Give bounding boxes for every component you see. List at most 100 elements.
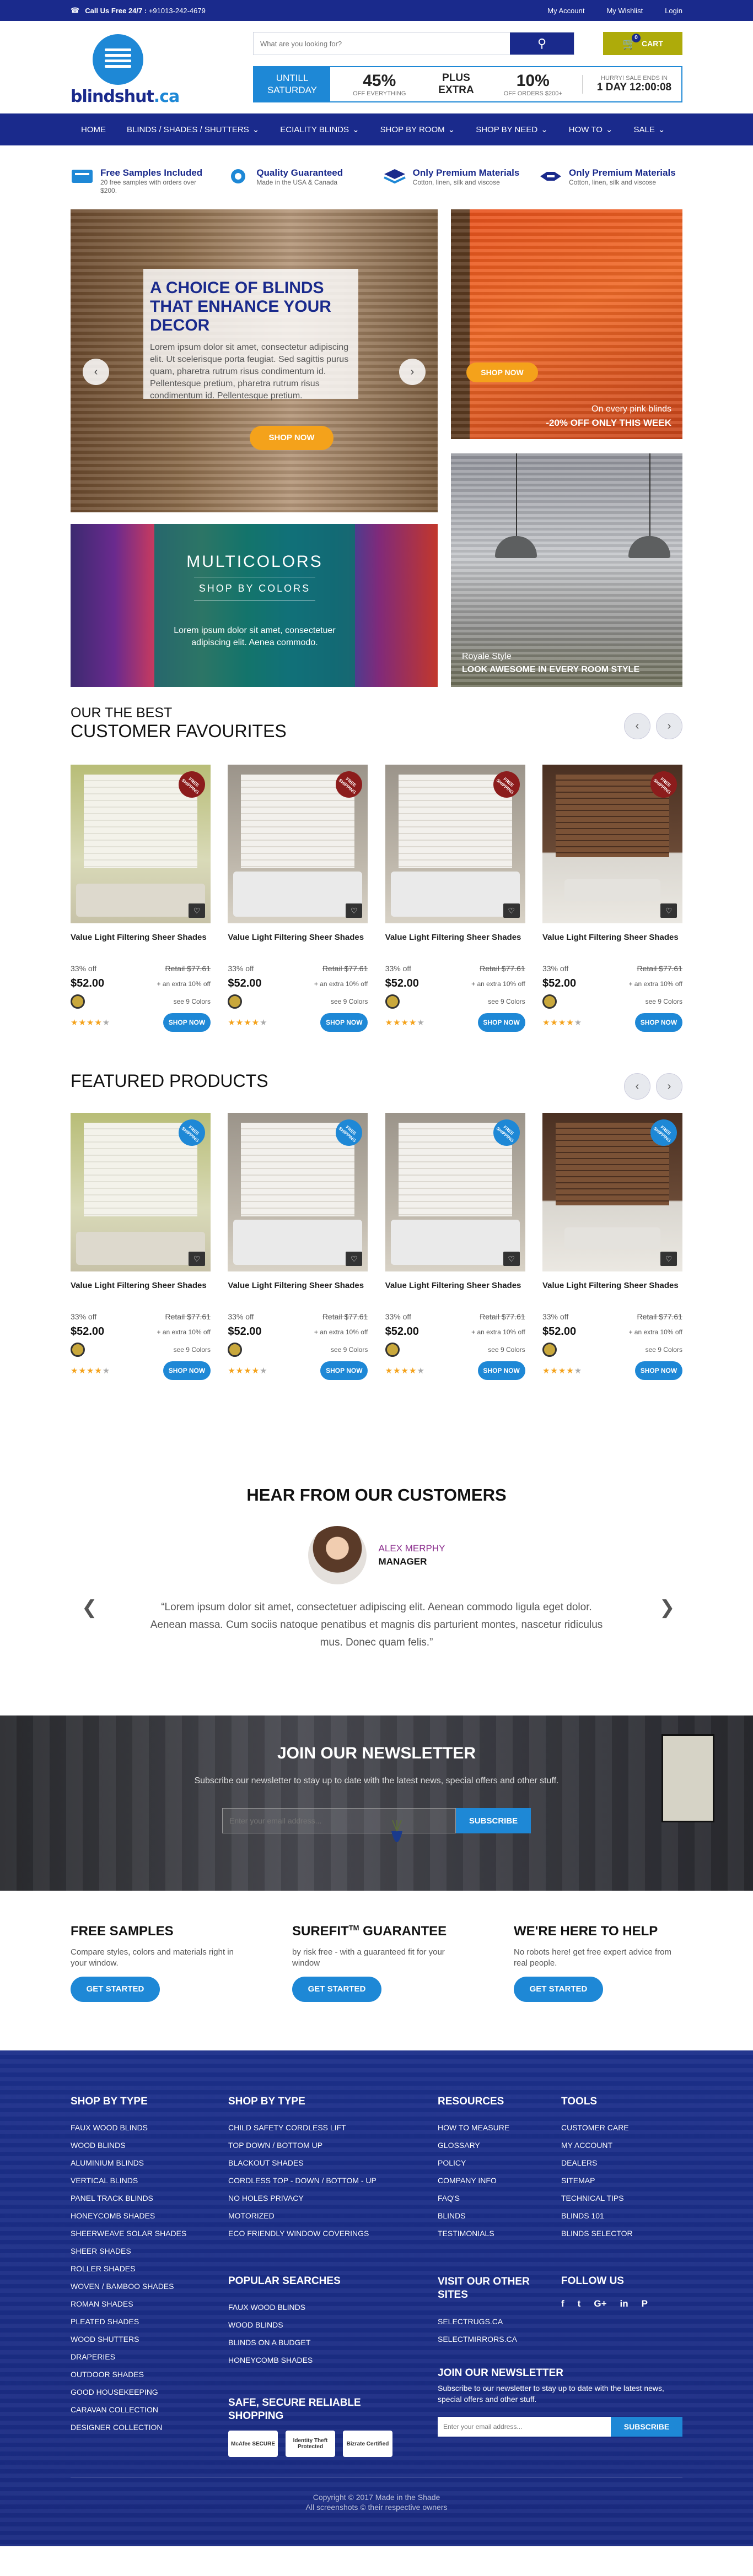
google-plus-icon[interactable]: G+ xyxy=(594,2298,606,2309)
hero-shop-now-button[interactable]: SHOP NOW xyxy=(250,426,334,450)
see-colors-link[interactable]: see 9 Colors xyxy=(488,1346,525,1354)
featured-prev-button[interactable]: ‹ xyxy=(624,1073,650,1100)
hero-prev-button[interactable]: ‹ xyxy=(83,359,109,385)
hero-next-button[interactable]: › xyxy=(399,359,426,385)
shop-now-button[interactable]: SHOP NOW xyxy=(477,1361,525,1380)
footer-link[interactable]: WOOD BLINDS xyxy=(71,2136,228,2154)
footer-link[interactable]: WOOD SHUTTERS xyxy=(71,2330,228,2348)
see-colors-link[interactable]: see 9 Colors xyxy=(174,998,211,1005)
facebook-icon[interactable]: f xyxy=(561,2298,564,2309)
footer-link[interactable]: BLINDS ON A BUDGET xyxy=(228,2334,438,2351)
footer-link[interactable]: VERTICAL BLINDS xyxy=(71,2172,228,2189)
wishlist-heart-icon[interactable]: ♡ xyxy=(660,903,677,918)
footer-link[interactable]: MOTORIZED xyxy=(228,2207,438,2225)
favourites-prev-button[interactable]: ‹ xyxy=(624,713,650,739)
newsletter-email-input[interactable] xyxy=(222,1808,456,1833)
see-colors-link[interactable]: see 9 Colors xyxy=(331,998,368,1005)
linkedin-icon[interactable]: in xyxy=(620,2298,628,2309)
testimonial-next-button[interactable]: ❯ xyxy=(659,1597,675,1619)
footer-link[interactable]: DESIGNER COLLECTION xyxy=(71,2418,228,2436)
footer-link[interactable]: ECO FRIENDLY WINDOW COVERINGS xyxy=(228,2225,438,2242)
footer-link[interactable]: GLOSSARY xyxy=(438,2136,561,2154)
footer-link[interactable]: BLINDS xyxy=(438,2207,561,2225)
favourites-next-button[interactable]: › xyxy=(656,713,682,739)
footer-link[interactable]: PLEATED SHADES xyxy=(71,2313,228,2330)
identity-protected-badge[interactable]: Identity Theft Protected xyxy=(286,2431,335,2457)
footer-link[interactable]: DEALERS xyxy=(561,2154,682,2172)
login-link[interactable]: Login xyxy=(665,7,682,15)
product-name[interactable]: Value Light Filtering Sheer Shades xyxy=(71,1280,211,1302)
footer-link[interactable]: COMPANY INFO xyxy=(438,2172,561,2189)
product-name[interactable]: Value Light Filtering Sheer Shades xyxy=(542,1280,682,1302)
featured-next-button[interactable]: › xyxy=(656,1073,682,1100)
product-name[interactable]: Value Light Filtering Sheer Shades xyxy=(542,932,682,954)
shop-now-button[interactable]: SHOP NOW xyxy=(163,1361,211,1380)
footer-link[interactable]: BLINDS SELECTOR xyxy=(561,2225,682,2242)
shop-now-button[interactable]: SHOP NOW xyxy=(634,1013,682,1032)
footer-link[interactable]: ROLLER SHADES xyxy=(71,2260,228,2277)
shop-now-button[interactable]: SHOP NOW xyxy=(320,1361,368,1380)
nav-blinds-shades-shutters[interactable]: BLINDS / SHADES / SHUTTERS ⌄ xyxy=(116,113,270,145)
wishlist-heart-icon[interactable]: ♡ xyxy=(189,1252,205,1266)
promo-banner[interactable]: UNTILL SATURDAY 45% OFF EVERYTHING PLUS EX… xyxy=(253,66,682,102)
newsletter-subscribe-button[interactable]: SUBSCRIBE xyxy=(456,1808,531,1833)
footer-link[interactable]: MY ACCOUNT xyxy=(561,2136,682,2154)
footer-link[interactable]: FAUX WOOD BLINDS xyxy=(71,2119,228,2136)
promo-tile-royale[interactable]: Royale Style LOOK AWESOME IN EVERY ROOM … xyxy=(451,453,682,687)
product-card[interactable]: ♡ FREE SHIPPING Value Light Filtering Sh… xyxy=(71,1113,211,1380)
footer-link[interactable]: SELECTMIRRORS.CA xyxy=(438,2330,561,2348)
search-button[interactable]: ⚲ xyxy=(510,33,574,55)
footer-link[interactable]: OUTDOOR SHADES xyxy=(71,2366,228,2383)
product-card[interactable]: ♡ FREE SHIPPING Value Light Filtering Sh… xyxy=(228,765,368,1032)
footer-link[interactable]: NO HOLES PRIVACY xyxy=(228,2189,438,2207)
expert-get-started-button[interactable]: GET STARTED xyxy=(514,1977,603,2002)
footer-newsletter-subscribe-button[interactable]: SUBSCRIBE xyxy=(611,2417,682,2437)
wishlist-heart-icon[interactable]: ♡ xyxy=(503,1252,520,1266)
my-wishlist-link[interactable]: My Wishlist xyxy=(606,7,643,15)
footer-link[interactable]: FAQ'S xyxy=(438,2189,561,2207)
mcafee-secure-badge[interactable]: McAfee SECURE xyxy=(228,2431,278,2457)
wishlist-heart-icon[interactable]: ♡ xyxy=(189,903,205,918)
footer-link[interactable]: CORDLESS TOP - DOWN / BOTTOM - UP xyxy=(228,2172,438,2189)
footer-link[interactable]: BLINDS 101 xyxy=(561,2207,682,2225)
footer-link[interactable]: POLICY xyxy=(438,2154,561,2172)
shop-now-button[interactable]: SHOP NOW xyxy=(634,1361,682,1380)
footer-link[interactable]: HONEYCOMB SHADES xyxy=(71,2207,228,2225)
nav-shop-by-room[interactable]: SHOP BY ROOM ⌄ xyxy=(370,113,466,145)
cart-button[interactable]: 🛒 0 CART xyxy=(603,32,682,55)
footer-link[interactable]: ROMAN SHADES xyxy=(71,2295,228,2313)
shop-now-button[interactable]: SHOP NOW xyxy=(320,1013,368,1032)
free-samples-get-started-button[interactable]: GET STARTED xyxy=(71,1977,160,2002)
footer-link[interactable]: SITEMAP xyxy=(561,2172,682,2189)
see-colors-link[interactable]: see 9 Colors xyxy=(331,1346,368,1354)
orange-shop-now-button[interactable]: SHOP NOW xyxy=(466,362,538,382)
footer-link[interactable]: TECHNICAL TIPS xyxy=(561,2189,682,2207)
footer-link[interactable]: CUSTOMER CARE xyxy=(561,2119,682,2136)
phone-number[interactable]: +91013-242-4679 xyxy=(149,7,206,15)
footer-link[interactable]: HOW TO MEASURE xyxy=(438,2119,561,2136)
product-card[interactable]: ♡ FREE SHIPPING Value Light Filtering Sh… xyxy=(228,1113,368,1380)
see-colors-link[interactable]: see 9 Colors xyxy=(174,1346,211,1354)
product-name[interactable]: Value Light Filtering Sheer Shades xyxy=(71,932,211,954)
wishlist-heart-icon[interactable]: ♡ xyxy=(346,903,363,918)
shop-now-button[interactable]: SHOP NOW xyxy=(477,1013,525,1032)
product-card[interactable]: ♡ FREE SHIPPING Value Light Filtering Sh… xyxy=(542,1113,682,1380)
footer-link[interactable]: WOOD BLINDS xyxy=(228,2316,438,2334)
product-card[interactable]: ♡ FREE SHIPPING Value Light Filtering Sh… xyxy=(71,765,211,1032)
promo-tile-multicolors[interactable]: MULTICOLORS SHOP BY COLORS Lorem ipsum d… xyxy=(71,524,438,687)
footer-link[interactable]: GOOD HOUSEKEEPING xyxy=(71,2383,228,2401)
footer-link[interactable]: CHILD SAFETY CORDLESS LIFT xyxy=(228,2119,438,2136)
footer-link[interactable]: SELECTRUGS.CA xyxy=(438,2313,561,2330)
nav-how-to[interactable]: HOW TO ⌄ xyxy=(558,113,623,145)
wishlist-heart-icon[interactable]: ♡ xyxy=(346,1252,363,1266)
footer-link[interactable]: DRAPERIES xyxy=(71,2348,228,2366)
product-name[interactable]: Value Light Filtering Sheer Shades xyxy=(385,1280,525,1302)
surefit-get-started-button[interactable]: GET STARTED xyxy=(292,1977,381,2002)
footer-link[interactable]: TESTIMONIALS xyxy=(438,2225,561,2242)
nav-home[interactable]: HOME xyxy=(71,113,116,145)
nav-speciality-blinds[interactable]: ECIALITY BLINDS ⌄ xyxy=(270,113,369,145)
footer-link[interactable]: CARAVAN COLLECTION xyxy=(71,2401,228,2418)
shop-now-button[interactable]: SHOP NOW xyxy=(163,1013,211,1032)
testimonial-prev-button[interactable]: ❮ xyxy=(82,1597,98,1619)
pinterest-icon[interactable]: P xyxy=(642,2298,648,2309)
